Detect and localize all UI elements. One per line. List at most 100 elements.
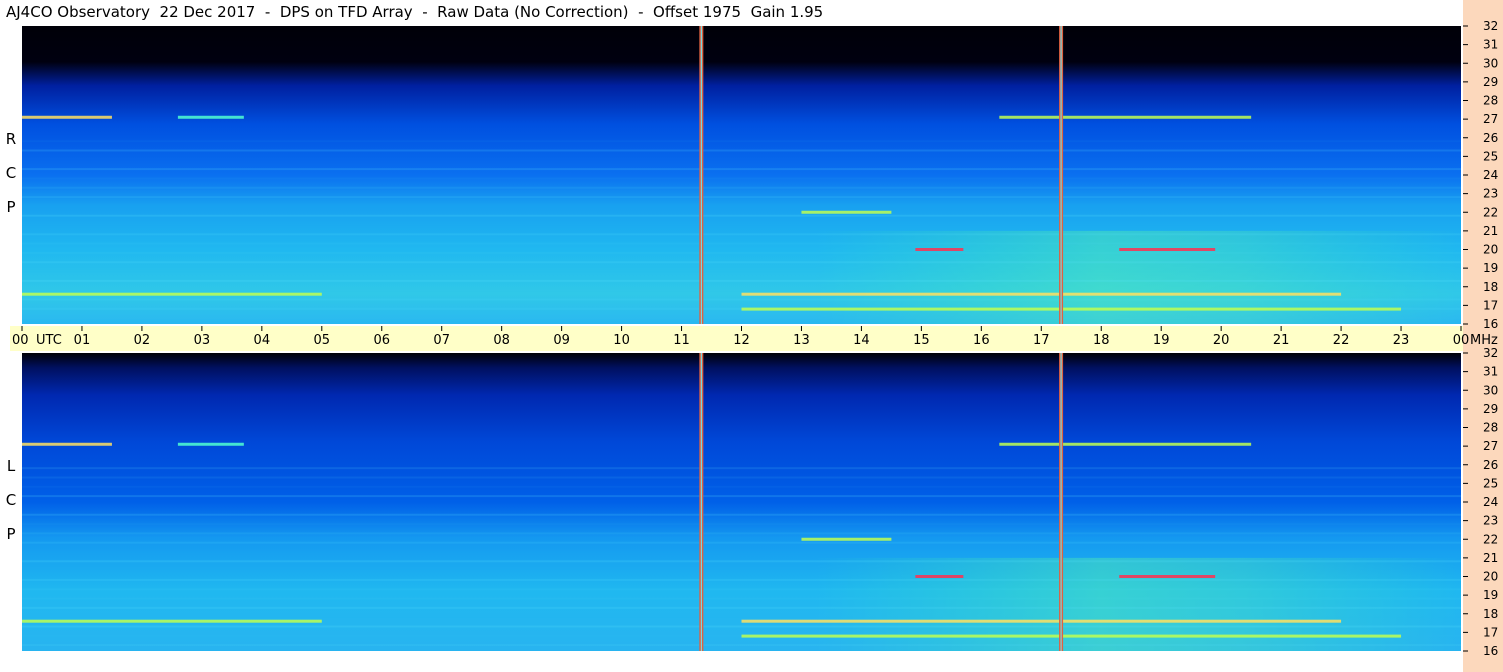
rcp-striation — [22, 224, 1461, 226]
lcp-striation — [22, 644, 1461, 647]
rcp-label-p: R — [5, 130, 17, 148]
rcp-striation — [22, 168, 1461, 171]
rcp-label-r: P — [6, 198, 16, 216]
rcp-striation — [22, 214, 1461, 217]
freq-tick-label: 28 — [1483, 421, 1498, 435]
rcp-emission-band — [177, 115, 244, 119]
lcp-label-p: L — [6, 457, 16, 475]
lcp-striation — [22, 476, 1461, 479]
lcp-emission-band — [999, 442, 1252, 446]
freq-tick-label: 25 — [1483, 149, 1498, 163]
freq-tick-label: 22 — [1483, 532, 1498, 546]
lcp-striation — [22, 606, 1461, 609]
rcp-striation — [22, 177, 1461, 180]
rcp-emission-band — [741, 307, 1402, 311]
lcp-striation — [22, 485, 1461, 488]
time-tick-label: 11 — [673, 333, 690, 348]
lcp-striation — [22, 467, 1461, 470]
time-tick-label: 09 — [553, 333, 570, 348]
freq-tick-label: 29 — [1483, 402, 1498, 416]
time-tick-label: 22 — [1333, 333, 1350, 348]
time-tick-label: 04 — [254, 333, 271, 348]
rcp-striation — [22, 233, 1461, 236]
lcp-striation — [22, 560, 1461, 563]
freq-tick-label: 20 — [1483, 243, 1498, 257]
rcp-emission-band — [741, 292, 1342, 296]
freq-tick-label: 25 — [1483, 476, 1498, 490]
lcp-striation — [22, 588, 1461, 591]
lcp-striation — [22, 625, 1461, 628]
time-tick-label: 21 — [1273, 333, 1290, 348]
spectrogram-plot: 00 01 02 03 04 05 06 07 08 09 10 11 12 13 14 15 16 17 18 19… — [10, 19, 1498, 658]
lcp-label-l: P — [6, 525, 16, 543]
freq-tick-label: 30 — [1483, 56, 1498, 70]
rcp-label: RCP — [4, 122, 18, 224]
time-tick-label: 03 — [194, 333, 211, 348]
lcp-emission-band — [801, 537, 892, 541]
time-tick-label: 18 — [1093, 333, 1110, 348]
rcp-striation — [22, 289, 1461, 291]
freq-tick-label: 32 — [1483, 19, 1498, 33]
rcp-emission-band — [801, 210, 892, 214]
freq-tick-label: 17 — [1483, 625, 1498, 639]
time-tick-label: 00 — [1453, 333, 1470, 348]
lcp-striation — [22, 578, 1461, 581]
lcp-emission-band — [1119, 575, 1216, 578]
freq-tick-label: 31 — [1483, 365, 1498, 379]
rcp-striation — [22, 205, 1461, 207]
rcp-emission-band — [22, 115, 112, 119]
rcp-striation — [22, 279, 1461, 282]
rcp-panel — [22, 26, 1461, 324]
lcp-striation — [22, 551, 1461, 553]
freq-tick-label: 19 — [1483, 588, 1498, 602]
freq-tick-label: 23 — [1483, 187, 1498, 201]
time-unit-label: UTC — [36, 333, 62, 348]
lcp-striation — [22, 523, 1461, 526]
lcp-striation — [22, 597, 1461, 600]
lcp-panel — [22, 353, 1461, 651]
rcp-striation — [22, 242, 1461, 245]
lcp-emission-band — [741, 619, 1342, 623]
freq-tick-label: 17 — [1483, 298, 1498, 312]
freq-tick-label: 31 — [1483, 38, 1498, 52]
rcp-striation — [22, 251, 1461, 254]
time-tick-label: 13 — [793, 333, 810, 348]
lcp-time-marker-core — [1060, 353, 1062, 651]
time-tick-label: 17 — [1033, 333, 1050, 348]
freq-tick-label: 26 — [1483, 131, 1498, 145]
rcp-striation — [22, 271, 1461, 273]
time-tick-label: 02 — [134, 333, 151, 348]
time-tick-label: 15 — [913, 333, 930, 348]
lcp-striation — [22, 616, 1461, 618]
freq-tick-label: 21 — [1483, 224, 1498, 238]
freq-tick-label: 28 — [1483, 94, 1498, 108]
lcp-emission-band — [22, 442, 112, 446]
lcp-time-marker-core — [700, 353, 702, 651]
freq-tick-label: 18 — [1483, 280, 1498, 294]
rcp-time-marker-core — [1060, 26, 1062, 324]
rcp-striation — [22, 140, 1461, 143]
lcp-label: LCP — [4, 449, 18, 551]
freq-tick-label: 24 — [1483, 168, 1498, 182]
time-tick-label: 23 — [1393, 333, 1410, 348]
rcp-striation — [22, 298, 1461, 301]
freq-tick-label: 26 — [1483, 458, 1498, 472]
rcp-striation — [22, 186, 1461, 189]
rcp-emission-band — [22, 292, 322, 296]
time-tick-label: 00 — [12, 333, 29, 348]
lcp-label-c: C — [5, 491, 17, 509]
freq-tick-label: 32 — [1483, 346, 1498, 360]
time-tick-label: 07 — [433, 333, 450, 348]
rcp-striation — [22, 196, 1461, 199]
freq-tick-label: 29 — [1483, 75, 1498, 89]
time-axis-ticks: 00 01 02 03 04 05 06 07 08 09 10 11 12 13 14 15 16 17 18 19… — [10, 326, 1498, 351]
freq-tick-label: 16 — [1483, 644, 1498, 658]
time-tick-label: 12 — [733, 333, 750, 348]
time-tick-label: 01 — [74, 333, 91, 348]
freq-tick-label: 27 — [1483, 439, 1498, 453]
rcp-emission-band — [1119, 248, 1216, 251]
lcp-striation — [22, 541, 1461, 544]
rcp-striation — [22, 261, 1461, 264]
freq-tick-label: 18 — [1483, 607, 1498, 621]
freq-tick-label: 21 — [1483, 551, 1498, 565]
